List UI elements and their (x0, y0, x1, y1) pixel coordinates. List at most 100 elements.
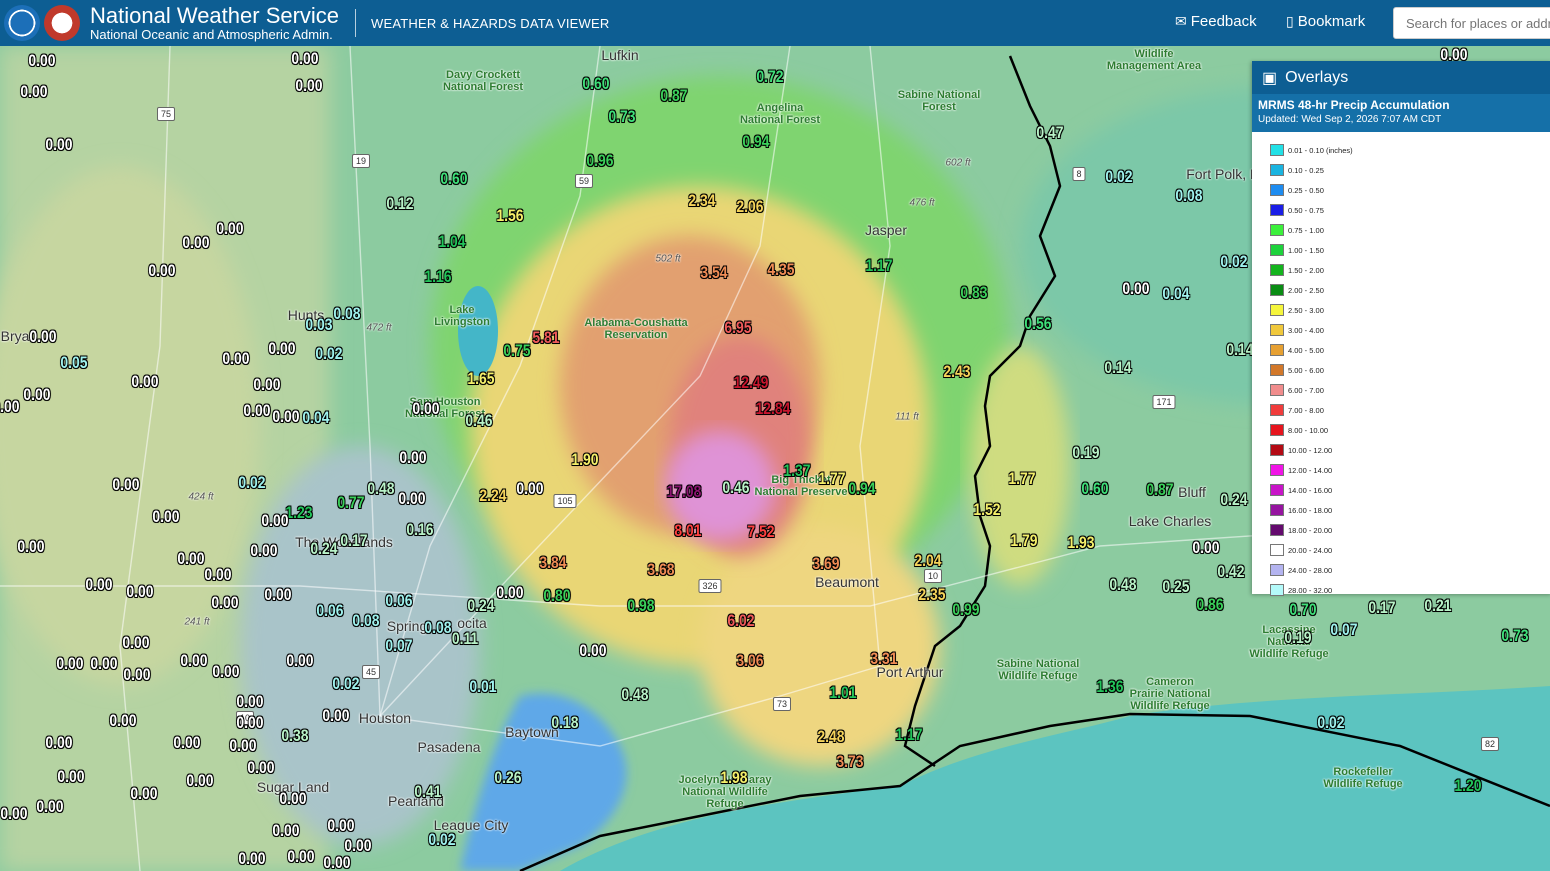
precip-value: 0.00 (229, 736, 257, 755)
precip-value: 0.07 (1330, 620, 1358, 639)
precip-value: 3.31 (870, 649, 898, 668)
precip-value: 0.00 (56, 654, 84, 673)
precip-value: 0.00 (243, 401, 271, 420)
place-label: 241 ft (184, 616, 210, 628)
legend-row: 6.00 - 7.00 (1270, 380, 1550, 400)
highway-shield: 8 (1072, 167, 1086, 181)
legend-swatch (1270, 304, 1284, 316)
precip-value: 0.26 (494, 768, 522, 787)
precip-value: 0.00 (122, 633, 150, 652)
precip-value: 1.01 (829, 683, 857, 702)
precip-value: 5.81 (532, 328, 560, 347)
legend-swatch (1270, 564, 1284, 576)
highway-shield: 45 (361, 665, 381, 679)
noaa-logo-icon[interactable] (4, 5, 40, 41)
legend-swatch (1270, 284, 1284, 296)
overlays-panel: ▣ Overlays MRMS 48-hr Precip Accumulatio… (1252, 61, 1550, 596)
feedback-button[interactable]: ✉ Feedback (1175, 13, 1257, 30)
legend-row: 24.00 - 28.00 (1270, 560, 1550, 580)
legend-swatch (1270, 364, 1284, 376)
precip-value: 0.00 (291, 49, 319, 68)
legend-swatch (1270, 324, 1284, 336)
precip-value: 0.00 (222, 349, 250, 368)
precip-value: 0.00 (268, 339, 296, 358)
legend-swatch (1270, 164, 1284, 176)
legend-swatch (1270, 244, 1284, 256)
precip-value: 0.00 (287, 847, 315, 866)
layer-updated: Updated: Wed Sep 2, 2026 7:07 AM CDT (1258, 114, 1442, 125)
precip-value: 1.36 (1096, 677, 1124, 696)
legend-row: 8.00 - 10.00 (1270, 420, 1550, 440)
precip-value: 0.73 (608, 107, 636, 126)
highway-shield: 326 (698, 579, 722, 593)
precip-value: 0.00 (279, 789, 307, 808)
precip-value: 0.00 (250, 541, 278, 560)
legend-swatch (1270, 484, 1284, 496)
legend-row: 1.00 - 1.50 (1270, 240, 1550, 260)
precip-value: 0.46 (722, 478, 750, 497)
precip-value: 0.08 (1175, 186, 1203, 205)
place-label: 602 ft (945, 157, 971, 169)
precip-value: 0.38 (281, 726, 309, 745)
precip-value: 0.24 (1220, 490, 1248, 509)
precip-value: 0.05 (60, 353, 88, 372)
precip-value: 0.07 (385, 636, 413, 655)
precip-value: 1.20 (1454, 776, 1482, 795)
precip-value: 1.37 (783, 461, 811, 480)
legend-swatch (1270, 544, 1284, 556)
place-label: Wildlife Management Area (1106, 47, 1202, 72)
legend-label: 1.50 - 2.00 (1288, 265, 1324, 275)
precip-value: 1.04 (438, 232, 466, 251)
precip-value: 2.35 (918, 585, 946, 604)
precip-value: 0.19 (1072, 443, 1100, 462)
precip-value: 0.60 (1081, 479, 1109, 498)
legend-row: 0.10 - 0.25 (1270, 160, 1550, 180)
precip-value: 0.00 (272, 821, 300, 840)
precip-value: 0.48 (621, 685, 649, 704)
precip-value: 0.00 (148, 261, 176, 280)
precip-value: 0.00 (0, 804, 28, 823)
precip-value: 0.00 (23, 385, 51, 404)
legend-label: 4.00 - 5.00 (1288, 345, 1324, 355)
legend-row: 16.00 - 18.00 (1270, 500, 1550, 520)
precip-value: 0.01 (469, 677, 497, 696)
legend-row: 18.00 - 20.00 (1270, 520, 1550, 540)
precip-value: 0.14 (1104, 358, 1132, 377)
overlays-header[interactable]: ▣ Overlays (1252, 61, 1550, 94)
place-label: 111 ft (895, 411, 919, 423)
precip-value: 0.08 (333, 304, 361, 323)
precip-value: 0.00 (152, 507, 180, 526)
precip-value: 1.77 (1008, 469, 1036, 488)
precip-value: 6.02 (727, 611, 755, 630)
brand[interactable]: National Weather Service National Oceani… (90, 5, 339, 42)
precip-value: 0.02 (332, 674, 360, 693)
precip-value: 0.16 (406, 520, 434, 539)
legend-label: 18.00 - 20.00 (1288, 525, 1333, 535)
precip-value: 0.00 (186, 771, 214, 790)
highway-shield: 19 (351, 154, 371, 168)
place-label: Lake Livingston (434, 303, 490, 328)
precip-value: 0.00 (272, 407, 300, 426)
precip-value: 0.00 (20, 82, 48, 101)
nws-logo-icon[interactable] (44, 5, 80, 41)
precip-value: 1.23 (285, 503, 313, 522)
search-input[interactable] (1393, 7, 1550, 39)
precip-value: 0.60 (582, 74, 610, 93)
legend-swatch (1270, 184, 1284, 196)
legend-row: 4.00 - 5.00 (1270, 340, 1550, 360)
precip-value: 0.04 (302, 408, 330, 427)
bookmark-button[interactable]: ▯ Bookmark (1286, 13, 1365, 30)
place-label: Cameron Prairie National Wildlife Refuge (1129, 675, 1211, 713)
legend-row: 2.00 - 2.50 (1270, 280, 1550, 300)
legend-label: 3.00 - 4.00 (1288, 325, 1324, 335)
place-label: Houston (358, 710, 412, 726)
legend-label: 0.01 - 0.10 (inches) (1288, 145, 1353, 155)
legend-label: 0.25 - 0.50 (1288, 185, 1324, 195)
precip-value: 1.17 (865, 256, 893, 275)
precip-value: 0.00 (1192, 538, 1220, 557)
legend-row: 12.00 - 14.00 (1270, 460, 1550, 480)
precip-value: 3.69 (812, 554, 840, 573)
legend-row: 14.00 - 16.00 (1270, 480, 1550, 500)
precip-value: 0.94 (848, 479, 876, 498)
place-label: Lake Charles (1128, 513, 1212, 529)
